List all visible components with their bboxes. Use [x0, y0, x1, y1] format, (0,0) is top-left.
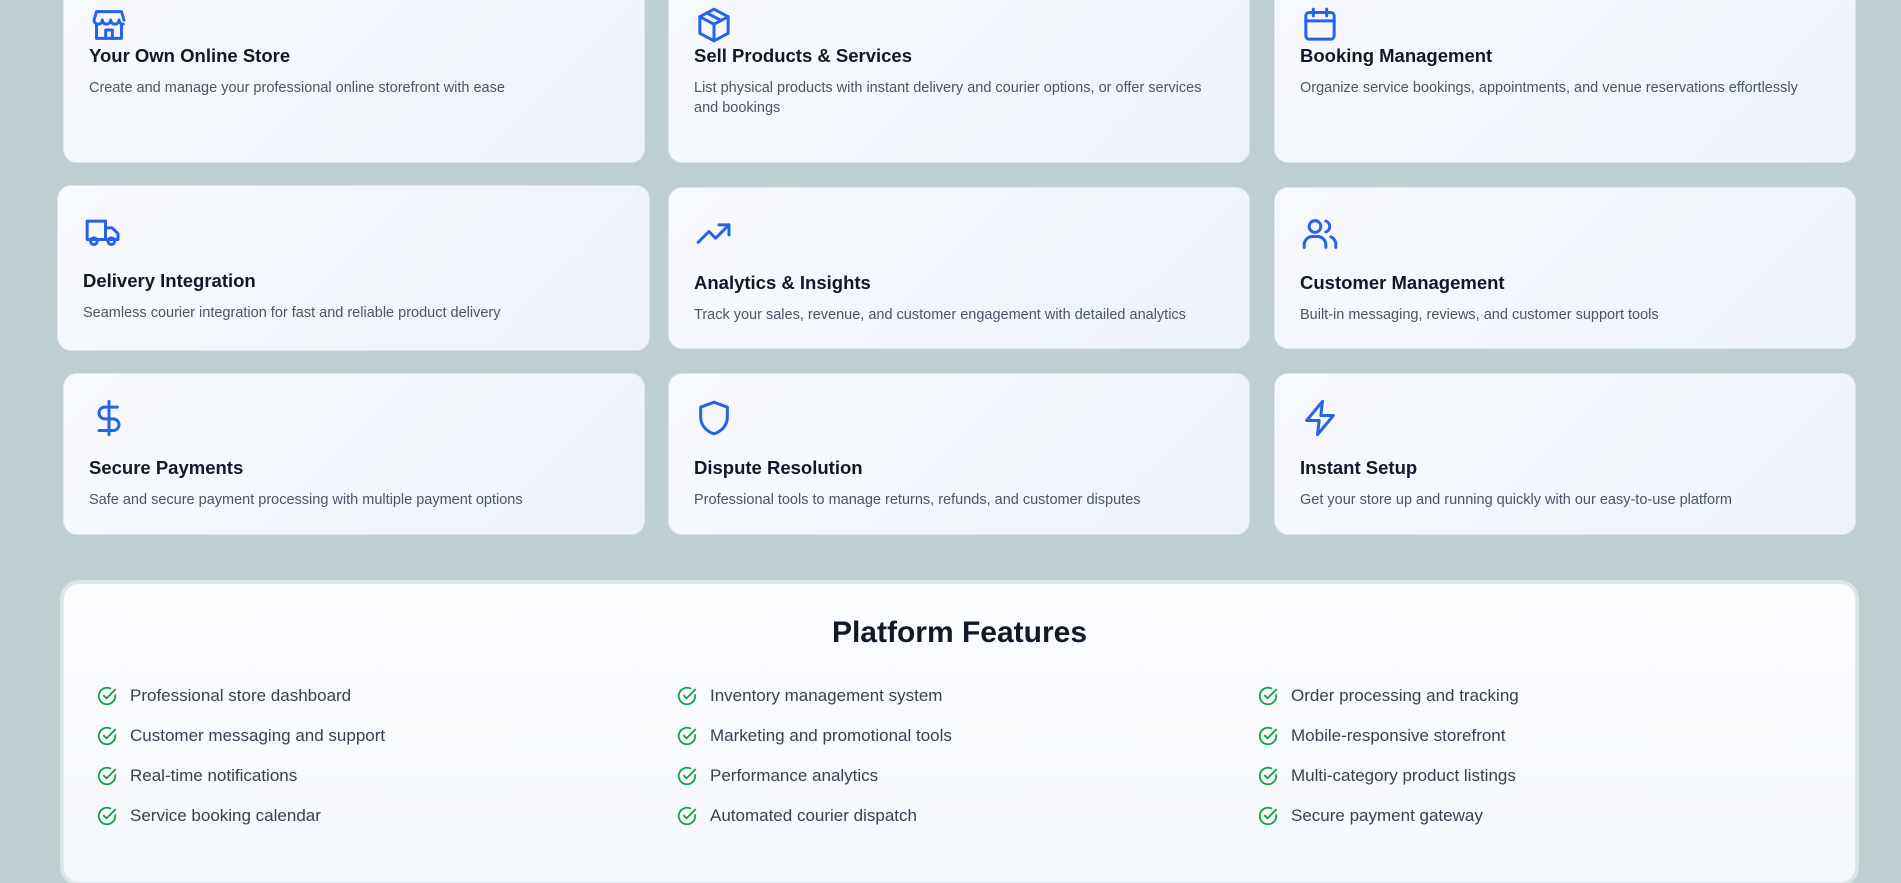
- platform-features-heading: Platform Features: [831, 616, 1088, 649]
- card-title: Secure Payments: [89, 457, 244, 478]
- feature-list-item: Service booking calendar: [96, 796, 656, 836]
- feature-card-booking: Booking Management Organize service book…: [1274, 0, 1856, 163]
- check-circle-icon: [1257, 765, 1279, 787]
- feature-text: Inventory management system: [710, 686, 943, 705]
- card-description: Track your sales, revenue, and customer …: [694, 307, 1186, 323]
- zap-icon: [1300, 398, 1340, 438]
- feature-list-item: Order processing and tracking: [1257, 676, 1817, 716]
- feature-list-item: Multi-category product listings: [1257, 756, 1817, 796]
- features-column-2: Inventory management system Marketing an…: [676, 676, 1236, 836]
- card-title: Delivery Integration: [83, 270, 256, 291]
- feature-card-secure-payments: Secure Payments Safe and secure payment …: [63, 373, 645, 535]
- card-title: Analytics & Insights: [694, 272, 871, 293]
- feature-list-item: Inventory management system: [676, 676, 1236, 716]
- card-title: Sell Products & Services: [694, 45, 912, 66]
- features-column-3: Order processing and tracking Mobile-res…: [1257, 676, 1817, 836]
- features-column-1: Professional store dashboard Customer me…: [96, 676, 656, 836]
- feature-text: Automated courier dispatch: [710, 806, 917, 825]
- card-title: Dispute Resolution: [694, 457, 863, 478]
- package-icon: [694, 5, 734, 45]
- card-description: Get your store up and running quickly wi…: [1300, 492, 1732, 508]
- feature-list-item: Mobile-responsive storefront: [1257, 716, 1817, 756]
- feature-text: Order processing and tracking: [1291, 686, 1519, 705]
- feature-text: Multi-category product listings: [1291, 766, 1516, 785]
- card-description: Organize service bookings, appointments,…: [1300, 80, 1798, 96]
- card-description: Create and manage your professional onli…: [89, 80, 505, 96]
- card-title: Booking Management: [1300, 45, 1493, 66]
- calendar-icon: [1300, 5, 1340, 45]
- users-icon: [1300, 214, 1340, 254]
- check-circle-icon: [676, 765, 698, 787]
- platform-features-panel: Platform Features Professional store das…: [63, 583, 1856, 883]
- card-title: Instant Setup: [1300, 457, 1418, 478]
- store-icon: [89, 5, 129, 45]
- truck-icon: [83, 212, 123, 252]
- trending-up-icon: [694, 214, 734, 254]
- check-circle-icon: [676, 805, 698, 827]
- check-circle-icon: [96, 805, 118, 827]
- check-circle-icon: [96, 685, 118, 707]
- feature-text: Customer messaging and support: [130, 726, 386, 745]
- feature-text: Service booking calendar: [130, 806, 321, 825]
- check-circle-icon: [96, 725, 118, 747]
- card-title: Customer Management: [1300, 272, 1505, 293]
- feature-card-delivery: Delivery Integration Seamless courier in…: [57, 185, 650, 351]
- feature-list-item: Marketing and promotional tools: [676, 716, 1236, 756]
- feature-list-item: Performance analytics: [676, 756, 1236, 796]
- card-description: Seamless courier integration for fast an…: [83, 305, 501, 321]
- feature-card-online-store: Your Own Online Store Create and manage …: [63, 0, 645, 163]
- feature-card-instant-setup: Instant Setup Get your store up and runn…: [1274, 373, 1856, 535]
- feature-text: Marketing and promotional tools: [710, 726, 952, 745]
- card-description: Built-in messaging, reviews, and custome…: [1300, 307, 1659, 323]
- feature-text: Professional store dashboard: [130, 686, 352, 705]
- card-description: Professional tools to manage returns, re…: [694, 492, 1141, 508]
- feature-card-customer-management: Customer Management Built-in messaging, …: [1274, 187, 1856, 349]
- feature-card-sell-products: Sell Products & Services List physical p…: [668, 0, 1250, 163]
- feature-list-item: Professional store dashboard: [96, 676, 656, 716]
- feature-list-item: Secure payment gateway: [1257, 796, 1817, 836]
- feature-card-analytics: Analytics & Insights Track your sales, r…: [668, 187, 1250, 349]
- card-title: Your Own Online Store: [89, 45, 291, 66]
- shield-icon: [694, 398, 734, 438]
- feature-list-item: Real-time notifications: [96, 756, 656, 796]
- feature-text: Secure payment gateway: [1291, 806, 1483, 825]
- card-description: List physical products with instant deli…: [694, 80, 1202, 116]
- feature-list-item: Automated courier dispatch: [676, 796, 1236, 836]
- feature-card-dispute-resolution: Dispute Resolution Professional tools to…: [668, 373, 1250, 535]
- check-circle-icon: [1257, 725, 1279, 747]
- check-circle-icon: [1257, 805, 1279, 827]
- feature-text: Real-time notifications: [130, 766, 298, 785]
- check-circle-icon: [1257, 685, 1279, 707]
- check-circle-icon: [676, 685, 698, 707]
- dollar-icon: [89, 398, 129, 438]
- card-description: Safe and secure payment processing with …: [89, 492, 523, 508]
- check-circle-icon: [96, 765, 118, 787]
- check-circle-icon: [676, 725, 698, 747]
- feature-text: Mobile-responsive storefront: [1291, 726, 1506, 745]
- feature-text: Performance analytics: [710, 766, 879, 785]
- feature-list-item: Customer messaging and support: [96, 716, 656, 756]
